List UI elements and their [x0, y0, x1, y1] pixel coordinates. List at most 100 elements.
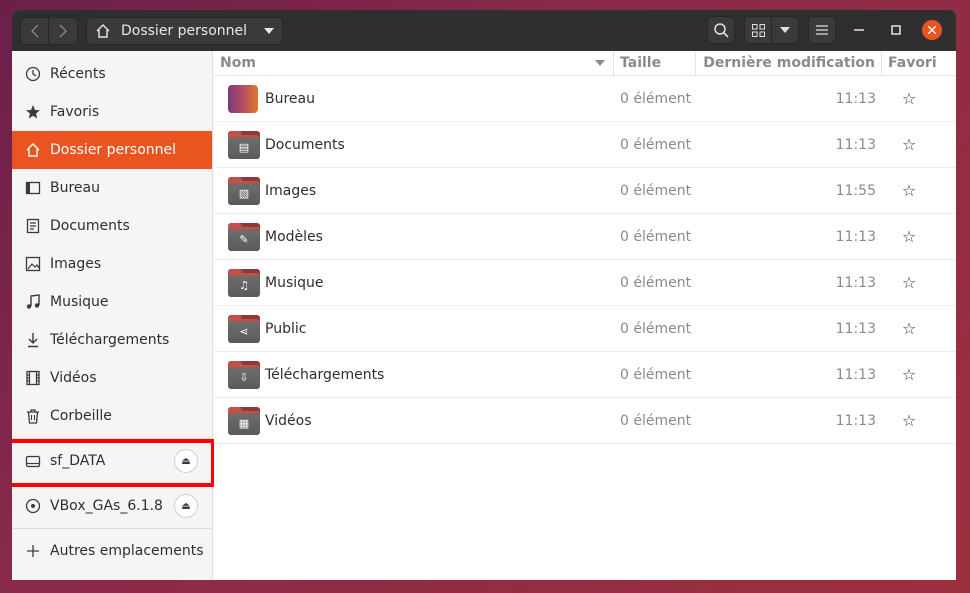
header-right-controls — [698, 16, 946, 44]
star-icon[interactable]: ☆ — [862, 319, 956, 338]
sidebar-item-favoris[interactable]: Favoris — [12, 93, 212, 131]
sidebar-separator — [12, 438, 212, 439]
documents-folder-icon: ▤ — [228, 130, 260, 159]
table-row[interactable]: ✎ Modèles 0 élément 11:13 ☆ — [214, 214, 956, 260]
file-name: Public — [265, 320, 307, 337]
file-date: 11:13 — [835, 320, 876, 337]
clock-icon — [24, 65, 42, 83]
drive-icon — [24, 452, 42, 470]
file-date: 11:13 — [835, 90, 876, 107]
star-icon[interactable]: ☆ — [862, 89, 956, 108]
column-header-date-label: Dernière modification — [703, 55, 875, 71]
column-header-size[interactable]: Taille — [614, 51, 696, 75]
desktop-icon — [24, 179, 42, 197]
star-icon[interactable]: ☆ — [862, 273, 956, 292]
column-header-fav[interactable]: Favori — [882, 51, 956, 75]
forward-button[interactable] — [49, 16, 78, 45]
close-button[interactable] — [922, 20, 942, 40]
chevron-left-icon — [30, 24, 38, 37]
sidebar-item-bureau[interactable]: Bureau — [12, 169, 212, 207]
sidebar-item-label: Autres emplacements — [50, 543, 204, 559]
sidebar-item-vbox-gas[interactable]: VBox_GAs_6.1.8 ⏏ — [12, 487, 212, 525]
minimize-button[interactable] — [845, 16, 873, 44]
close-icon — [928, 26, 936, 34]
table-row[interactable]: ♫ Musique 0 élément 11:13 ☆ — [214, 260, 956, 306]
sidebar-separator — [12, 483, 212, 484]
maximize-button[interactable] — [882, 16, 910, 44]
star-icon[interactable]: ☆ — [862, 135, 956, 154]
templates-folder-icon: ✎ — [228, 222, 260, 251]
column-header-name[interactable]: Nom — [214, 51, 614, 75]
sidebar-item-sf-data[interactable]: sf_DATA ⏏ — [12, 439, 215, 487]
sidebar: Récents Favoris Dossier personnel Bureau… — [12, 51, 215, 580]
sidebar-item-musique[interactable]: Musique — [12, 283, 212, 321]
sidebar-item-label: Documents — [50, 218, 130, 234]
view-options-button[interactable] — [772, 16, 799, 44]
file-size: 0 élément — [620, 412, 692, 429]
file-date: 11:13 — [835, 274, 876, 291]
file-name: Téléchargements — [265, 366, 385, 383]
nav-buttons — [20, 16, 78, 45]
plus-icon — [24, 542, 42, 560]
eject-button[interactable]: ⏏ — [174, 449, 198, 473]
search-button[interactable] — [707, 16, 735, 44]
table-row[interactable]: Bureau 0 élément 11:13 ☆ — [214, 76, 956, 122]
column-header-date[interactable]: Dernière modification — [696, 51, 882, 75]
file-size: 0 élément — [620, 228, 692, 245]
sidebar-item-videos[interactable]: Vidéos — [12, 359, 212, 397]
star-icon[interactable]: ☆ — [862, 411, 956, 430]
star-icon — [24, 103, 42, 121]
sidebar-item-label: Téléchargements — [50, 332, 170, 348]
sidebar-item-label: Bureau — [50, 180, 100, 196]
sidebar-item-dossier-personnel[interactable]: Dossier personnel — [12, 131, 212, 169]
sidebar-separator — [12, 528, 212, 529]
sidebar-item-other-locations[interactable]: Autres emplacements — [12, 532, 212, 570]
chevron-right-icon — [59, 24, 67, 37]
menu-button[interactable] — [808, 16, 836, 44]
back-button[interactable] — [20, 16, 49, 45]
column-header-row: Nom Taille Dernière modification Favori — [214, 51, 956, 76]
file-name: Vidéos — [265, 412, 312, 429]
search-icon — [713, 22, 729, 38]
eject-button[interactable]: ⏏ — [174, 494, 198, 518]
sidebar-item-label: Vidéos — [50, 370, 97, 386]
table-row[interactable]: ▦ Vidéos 0 élément 11:13 ☆ — [214, 398, 956, 444]
images-folder-icon: ▧ — [228, 176, 260, 205]
sidebar-item-documents[interactable]: Documents — [12, 207, 212, 245]
download-icon — [24, 331, 42, 349]
view-toggle-group — [744, 16, 799, 44]
star-icon[interactable]: ☆ — [862, 227, 956, 246]
sidebar-item-telechargements[interactable]: Téléchargements — [12, 321, 212, 359]
star-icon[interactable]: ☆ — [862, 365, 956, 384]
document-icon — [24, 217, 42, 235]
grid-view-button[interactable] — [744, 16, 772, 44]
table-row[interactable]: ⋖ Public 0 élément 11:13 ☆ — [214, 306, 956, 352]
sidebar-item-label: Corbeille — [50, 408, 112, 424]
image-icon — [24, 255, 42, 273]
public-folder-icon: ⋖ — [228, 314, 260, 343]
file-name: Documents — [265, 136, 345, 153]
file-name: Modèles — [265, 228, 323, 245]
sidebar-item-label: Récents — [50, 66, 106, 82]
chevron-down-icon — [780, 27, 790, 33]
sidebar-item-label: Images — [50, 256, 102, 272]
path-title: Dossier personnel — [121, 22, 248, 39]
music-folder-icon: ♫ — [228, 268, 260, 297]
file-list-view: Nom Taille Dernière modification Favori … — [214, 51, 956, 580]
file-date: 11:13 — [835, 136, 876, 153]
file-name: Musique — [265, 274, 324, 291]
table-row[interactable]: ▤ Documents 0 élément 11:13 ☆ — [214, 122, 956, 168]
table-row[interactable]: ▧ Images 0 élément 11:55 ☆ — [214, 168, 956, 214]
sidebar-item-corbeille[interactable]: Corbeille — [12, 397, 212, 435]
sidebar-item-recents[interactable]: Récents — [12, 55, 212, 93]
header-bar: Dossier personnel — [12, 10, 956, 51]
file-date: 11:13 — [835, 412, 876, 429]
table-row[interactable]: ⇩ Téléchargements 0 élément 11:13 ☆ — [214, 352, 956, 398]
sidebar-item-images[interactable]: Images — [12, 245, 212, 283]
hamburger-icon — [816, 25, 828, 35]
trash-icon — [24, 407, 42, 425]
star-icon[interactable]: ☆ — [862, 181, 956, 200]
path-bar-button[interactable]: Dossier personnel — [86, 16, 283, 45]
sort-descending-icon — [595, 60, 605, 66]
file-manager-window: Dossier personnel Récents Favoris Dossie… — [12, 10, 956, 580]
